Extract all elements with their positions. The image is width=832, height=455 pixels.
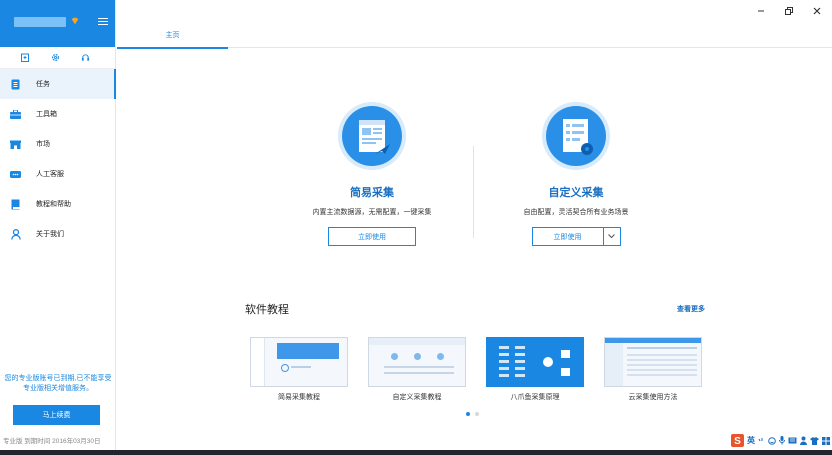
simple-collect-illustration (342, 106, 402, 166)
sidebar-item-label: 关于我们 (36, 231, 64, 238)
simple-collect-use-button[interactable]: 立即使用 (328, 227, 416, 246)
document-settings-icon (563, 119, 593, 155)
customer-service-icon (10, 169, 21, 180)
sidebar-item-tutorials-help[interactable]: 教程和帮助 (0, 189, 115, 219)
sogou-logo-icon[interactable]: S (731, 434, 744, 447)
tutorial-card-simple[interactable]: 简易采集教程 (250, 337, 348, 402)
ime-toolbar: S 英 (731, 434, 830, 447)
carousel-pagination (466, 412, 479, 416)
gear-icon (51, 54, 59, 61)
app-window: 任务 工具箱 市场 人工客服 教程和帮助 关于我们 您的专业版账号已到期,已不能… (0, 0, 832, 450)
headset-icon (81, 54, 89, 61)
tab-home[interactable]: 主页 (117, 30, 228, 49)
renew-button[interactable]: 马上续费 (13, 405, 100, 425)
tutorial-card-principle[interactable]: 八爪鱼采集原理 (486, 337, 584, 402)
support-tool[interactable] (70, 47, 100, 69)
document-send-icon (359, 120, 390, 154)
simple-collect-title: 简易采集 (350, 187, 394, 199)
simple-collect-desc: 内置主流数据源，无需配置，一键采集 (312, 209, 432, 216)
plan-expiry-info: 专业版 到期时间 2016年03月30日 (3, 438, 101, 445)
keyboard-icon[interactable] (788, 437, 797, 444)
tutorials-more-link[interactable]: 查看更多 (677, 304, 705, 314)
custom-collect-illustration (546, 106, 606, 166)
user-profile-icon[interactable] (800, 436, 807, 445)
carousel-dot-2[interactable] (475, 412, 479, 416)
feature-divider (473, 146, 474, 238)
custom-collect-desc: 自由配置，灵活契合所有业务场景 (523, 209, 629, 216)
custom-collect-use-button[interactable]: 立即使用 (531, 227, 603, 246)
restore-icon (785, 7, 793, 15)
sidebar-item-label: 教程和帮助 (36, 201, 71, 208)
tutorial-thumbnail (604, 337, 702, 387)
hamburger-menu-icon[interactable] (98, 18, 108, 26)
ime-language[interactable]: 英 (747, 435, 755, 446)
tab-bar: 主页 (117, 0, 832, 49)
toolbox-grid-icon[interactable] (822, 436, 830, 445)
skin-shirt-icon[interactable] (810, 436, 819, 445)
emoji-icon[interactable] (768, 436, 776, 445)
sidebar-item-customer-service[interactable]: 人工客服 (0, 159, 115, 189)
sidebar: 任务 工具箱 市场 人工客服 教程和帮助 关于我们 您的专业版账号已到期,已不能… (0, 0, 116, 450)
user-icon (10, 228, 21, 240)
close-button[interactable] (811, 5, 823, 17)
tutorial-thumbnail (368, 337, 466, 387)
sidebar-item-label: 人工客服 (36, 171, 64, 178)
sidebar-item-toolbox[interactable]: 工具箱 (0, 99, 115, 129)
sidebar-item-market[interactable]: 市场 (0, 129, 115, 159)
sidebar-item-label: 工具箱 (36, 111, 57, 118)
minimize-icon (758, 10, 764, 12)
expiration-notice: 您的专业版账号已到期,已不能享受专业版相关增值服务。 (4, 375, 112, 392)
custom-collect-title: 自定义采集 (548, 187, 604, 199)
tutorials-title: 软件教程 (245, 304, 289, 316)
tutorial-card-label: 简易采集教程 (278, 394, 320, 401)
sidebar-header (0, 0, 115, 47)
custom-collect-dropdown[interactable] (602, 227, 621, 246)
punctuation-icon[interactable] (758, 437, 765, 444)
tutorial-thumbnail (486, 337, 584, 387)
tutorial-card-label: 八爪鱼采集原理 (510, 394, 560, 401)
simple-collect-panel: 简易采集 内置主流数据源，无需配置，一键采集 立即使用 (272, 106, 472, 246)
tutorials-header: 软件教程 查看更多 (245, 301, 705, 317)
tutorials-carousel: 简易采集教程 自定义采集教程 八爪鱼采集原理 云采集使用方法 (250, 337, 702, 407)
settings-tool[interactable] (40, 47, 70, 69)
sidebar-tools (0, 47, 115, 69)
toolbox-icon (10, 109, 21, 120)
microphone-icon[interactable] (779, 436, 785, 445)
carousel-dot-1[interactable] (466, 412, 470, 416)
task-icon (10, 79, 21, 90)
sidebar-item-label: 市场 (36, 141, 50, 148)
tutorial-card-custom[interactable]: 自定义采集教程 (368, 337, 466, 402)
minimize-button[interactable] (755, 5, 767, 17)
sidebar-nav: 任务 工具箱 市场 人工客服 教程和帮助 关于我们 (0, 69, 116, 249)
tutorial-thumbnail (250, 337, 348, 387)
custom-collect-panel: 自定义采集 自由配置，灵活契合所有业务场景 立即使用 (476, 106, 676, 246)
sidebar-item-task[interactable]: 任务 (0, 69, 116, 99)
sidebar-item-label: 任务 (36, 81, 50, 88)
close-icon (813, 7, 821, 15)
main-area: 主页 简易采集 内置主流数据源，无需配置，一键采集 立即使用 自定义采集 自由配… (117, 0, 832, 450)
account-name-redacted[interactable] (14, 17, 66, 27)
vip-diamond-icon (71, 17, 79, 25)
tutorial-card-label: 云采集使用方法 (628, 394, 678, 401)
market-icon (10, 139, 21, 150)
os-taskbar (0, 450, 832, 455)
book-icon (10, 199, 21, 210)
new-task-tool[interactable] (10, 47, 40, 69)
tutorial-card-cloud[interactable]: 云采集使用方法 (604, 337, 702, 402)
tutorial-card-label: 自定义采集教程 (392, 394, 442, 401)
restore-button[interactable] (783, 5, 795, 17)
svg-text:S: S (734, 436, 741, 447)
chevron-down-icon (608, 234, 615, 239)
sidebar-item-about-us[interactable]: 关于我们 (0, 219, 115, 249)
custom-collect-split-button: 立即使用 (531, 227, 621, 246)
clipboard-add-icon (21, 53, 29, 62)
